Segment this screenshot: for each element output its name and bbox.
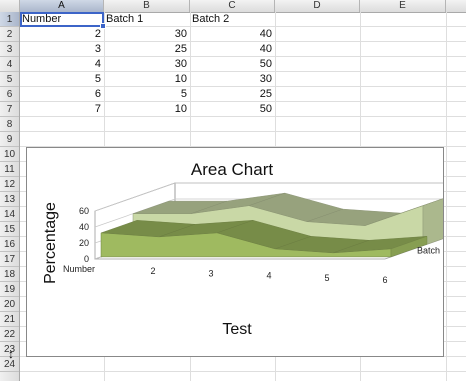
row-header[interactable]: 20 [0,297,19,312]
cell-c5[interactable]: 30 [190,72,275,87]
column-header-b[interactable]: B [104,0,190,12]
y-tick-label: 0 [84,254,89,264]
cell-a4[interactable]: 4 [20,57,104,72]
cell-b4[interactable]: 30 [104,57,190,72]
row-header[interactable]: 4 [0,57,19,72]
row-header[interactable]: 18 [0,267,19,282]
grid-line [446,12,447,381]
row-header[interactable]: 8 [0,117,19,132]
select-all-corner[interactable] [0,0,20,12]
series-label: Batch 1 [417,246,443,256]
row-header[interactable]: 11 [0,162,19,177]
resize-cursor-icon: ↕ [8,347,14,361]
row-header[interactable]: 22 [0,327,19,342]
row-header[interactable]: 6 [0,87,19,102]
cell-a5[interactable]: 5 [20,72,104,87]
cell-b7[interactable]: 10 [104,102,190,117]
row-header[interactable]: 7 [0,102,19,117]
row-header[interactable]: 10 [0,147,19,162]
row-header[interactable]: 21 [0,312,19,327]
column-header-d[interactable]: D [275,0,360,12]
row-header-bar: 1 2 3 4 5 6 7 8 9 10 11 12 13 14 15 16 1… [0,12,20,381]
cell-b1[interactable]: Batch 1 [104,12,188,27]
chart-title: Area Chart [191,160,273,179]
cell-b2[interactable]: 30 [104,27,190,42]
row-header[interactable]: 14 [0,207,19,222]
y-tick-label: 40 [79,222,89,232]
chart-plot: 0204060Batch 2Batch 1Number23456 [63,182,443,285]
cell-c7[interactable]: 50 [190,102,275,117]
row-header[interactable]: 9 [0,132,19,147]
x-axis-label: Test [222,321,252,338]
row-header[interactable]: 19 [0,282,19,297]
column-header-e[interactable]: E [360,0,446,12]
cell-a1[interactable]: Number [20,12,104,27]
x-tick-label: 4 [266,271,271,281]
chart-canvas: Area Chart Percentage Test 0 20 40 60 Batch … [42,160,443,338]
cell-a7[interactable]: 7 [20,102,104,117]
row-header[interactable]: 16 [0,237,19,252]
row-header[interactable]: 1 [0,12,19,27]
spreadsheet: A B C D E 1 2 3 4 5 6 7 8 9 10 11 12 13 … [0,0,466,381]
cell-a2[interactable]: 2 [20,27,104,42]
cell-c1[interactable]: Batch 2 [190,12,274,27]
x-tick-label: 2 [150,266,155,276]
column-header-a[interactable]: A [20,0,104,12]
row-header[interactable]: 3 [0,42,19,57]
area-chart[interactable]: Area Chart Percentage Test 0 20 40 60 Batch … [26,147,444,357]
x-tick-label: 5 [324,273,329,283]
grid-line [20,371,466,372]
cell-b6[interactable]: 5 [104,87,190,102]
x-tick-label: 6 [382,275,387,285]
row-header[interactable]: 13 [0,192,19,207]
x-tick-label: Number [63,264,95,274]
row-header[interactable]: 12 [0,177,19,192]
cell-b5[interactable]: 10 [104,72,190,87]
y-tick-label: 20 [79,238,89,248]
cell-a6[interactable]: 6 [20,87,104,102]
y-tick-label: 60 [79,206,89,216]
cell-b3[interactable]: 25 [104,42,190,57]
cell-c2[interactable]: 40 [190,27,275,42]
cell-a3[interactable]: 3 [20,42,104,57]
cell-c3[interactable]: 40 [190,42,275,57]
grid-line [20,131,466,132]
row-header[interactable]: 5 [0,72,19,87]
y-axis-label: Percentage [42,202,59,284]
row-header[interactable]: 2 [0,27,19,42]
cell-c4[interactable]: 50 [190,57,275,72]
x-tick-label: 3 [208,268,213,278]
column-header-c[interactable]: C [190,0,275,12]
row-header[interactable]: 17 [0,252,19,267]
row-header[interactable]: 15 [0,222,19,237]
cell-c6[interactable]: 25 [190,87,275,102]
